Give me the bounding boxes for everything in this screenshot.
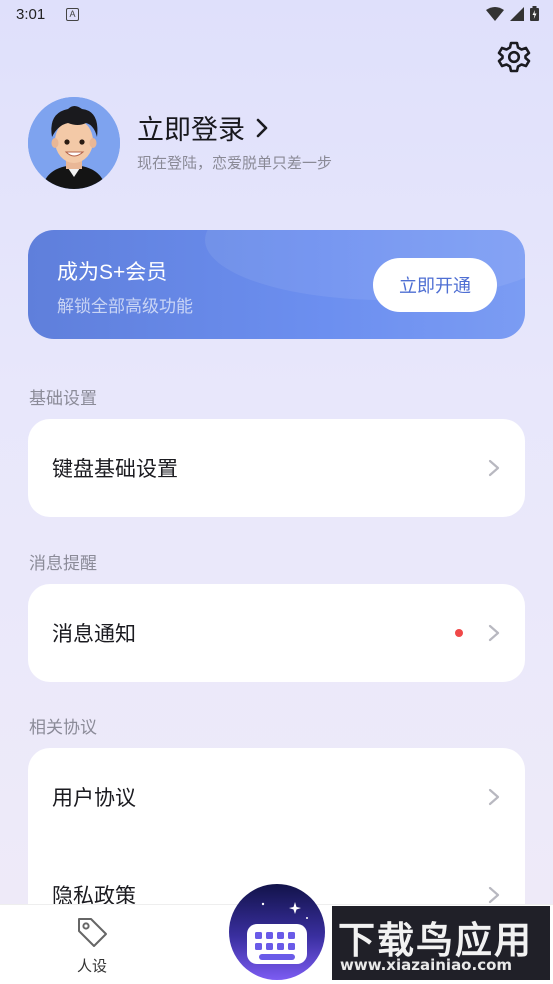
vip-open-button[interactable]: 立即开通 bbox=[373, 258, 497, 312]
notification-icon: A bbox=[66, 8, 79, 21]
vip-subtitle: 解锁全部高级功能 bbox=[57, 297, 193, 316]
chevron-right-icon bbox=[488, 788, 500, 806]
tab-persona[interactable]: 人设 bbox=[64, 915, 120, 976]
section-label-agreement: 相关协议 bbox=[29, 718, 97, 737]
row-user-agreement[interactable]: 用户协议 bbox=[28, 748, 525, 846]
card-basic-settings: 键盘基础设置 bbox=[28, 419, 525, 517]
section-label-notify: 消息提醒 bbox=[29, 554, 97, 573]
login-subtitle: 现在登陆，恋爱脱单只差一步 bbox=[137, 155, 333, 172]
card-notifications: 消息通知 bbox=[28, 584, 525, 682]
vip-card[interactable]: 成为S+会员 解锁全部高级功能 立即开通 bbox=[28, 230, 525, 339]
row-label: 键盘基础设置 bbox=[52, 458, 178, 481]
vip-title: 成为S+会员 bbox=[57, 261, 168, 284]
row-keyboard-settings[interactable]: 键盘基础设置 bbox=[28, 419, 525, 517]
avatar[interactable] bbox=[28, 97, 120, 189]
login-link[interactable]: 立即登录 bbox=[137, 108, 269, 147]
gear-icon bbox=[497, 41, 531, 73]
row-label: 用户协议 bbox=[52, 787, 136, 810]
row-label: 消息通知 bbox=[52, 623, 136, 646]
wifi-icon bbox=[486, 6, 504, 21]
watermark-url: www.xiazainiao.com bbox=[340, 956, 513, 974]
status-icons bbox=[486, 6, 539, 21]
watermark: 下载鸟应用 www.xiazainiao.com bbox=[332, 906, 550, 980]
chevron-right-icon bbox=[488, 459, 500, 477]
tab-persona-label: 人设 bbox=[76, 958, 107, 975]
chevron-right-icon bbox=[256, 118, 268, 137]
battery-icon bbox=[530, 6, 539, 21]
status-bar: 3:01 A bbox=[0, 0, 553, 32]
chevron-right-icon bbox=[488, 624, 500, 642]
unread-dot bbox=[455, 629, 463, 637]
signal-icon bbox=[510, 6, 524, 21]
tag-icon bbox=[78, 918, 107, 947]
avatar-image bbox=[28, 97, 120, 189]
keyboard-icon bbox=[247, 902, 308, 964]
status-time: 3:01 bbox=[16, 6, 46, 23]
section-label-basic: 基础设置 bbox=[29, 389, 97, 408]
login-title: 立即登录 bbox=[137, 115, 245, 145]
row-message-notification[interactable]: 消息通知 bbox=[28, 584, 525, 682]
keyboard-button[interactable] bbox=[229, 884, 325, 980]
chevron-right-icon bbox=[488, 886, 500, 904]
settings-button[interactable] bbox=[497, 40, 531, 74]
